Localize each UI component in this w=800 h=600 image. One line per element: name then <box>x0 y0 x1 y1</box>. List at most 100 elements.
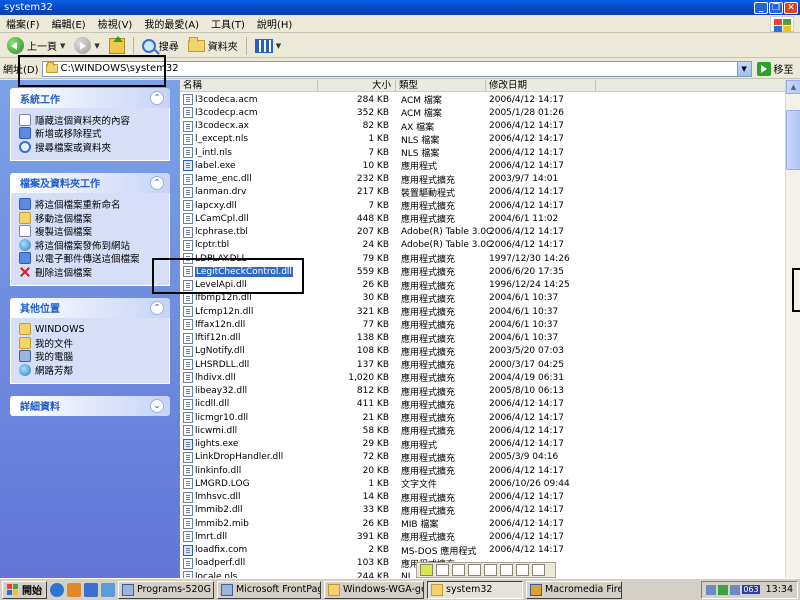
menu-view[interactable]: 檢視(V) <box>92 16 139 31</box>
tray-icon[interactable] <box>718 584 729 595</box>
file-row[interactable]: Lfcmp12n.dll 321 KB 應用程式擴充 2004/6/1 10:37 <box>180 305 785 318</box>
file-row[interactable]: LgNotify.dll 108 KB 應用程式擴充 2003/5/20 07:03 <box>180 345 785 358</box>
views-button[interactable]: ▼ <box>252 35 284 57</box>
file-row[interactable]: l3codecp.acm 352 KB ACM 檔案 2005/1/28 01:26 <box>180 106 785 119</box>
file-row[interactable]: lcphrase.tbl 207 KB Adobe(R) Table 3.0C 200… <box>180 226 785 239</box>
task-rename-file[interactable]: 將這個檔案重新命名 <box>19 198 163 211</box>
menu-file[interactable]: 檔案(F) <box>0 16 46 31</box>
toolbar-tool-icon[interactable] <box>468 564 481 576</box>
minimize-button[interactable]: _ <box>754 1 768 14</box>
tray-icon[interactable] <box>706 584 717 595</box>
collapse-icon[interactable]: ⌃ <box>150 300 164 315</box>
address-input[interactable]: C:\WINDOWS\system32 ▼ <box>41 60 752 77</box>
file-row[interactable]: LHSRDLL.dll 137 KB 應用程式擴充 2000/3/17 04:25 <box>180 358 785 371</box>
task-delete-file[interactable]: 刪除這個檔案 <box>19 265 163 279</box>
address-dropdown-button[interactable]: ▼ <box>736 61 751 76</box>
folders-button[interactable]: 資料夾 <box>185 35 241 57</box>
file-row[interactable]: libeay32.dll 812 KB 應用程式擴充 2005/8/10 06:13 <box>180 385 785 398</box>
search-button[interactable]: 搜尋 <box>139 35 182 57</box>
file-row[interactable]: label.exe 10 KB 應用程式 2006/4/12 14:17 <box>180 159 785 172</box>
file-row[interactable]: LMGRD.LOG 1 KB 文字文件 2006/10/26 09:44 <box>180 477 785 490</box>
collapse-icon[interactable]: ⌃ <box>150 91 164 105</box>
go-button[interactable]: 移至 <box>755 61 796 76</box>
menu-edit[interactable]: 編輯(E) <box>46 16 92 31</box>
collapse-icon[interactable]: ⌃ <box>150 175 164 190</box>
scroll-up-button[interactable]: ▲ <box>786 80 800 94</box>
file-row[interactable]: licwmi.dll 58 KB 應用程式擴充 2006/4/12 14:17 <box>180 424 785 437</box>
task-frontpage[interactable]: Microsoft FrontPage... <box>217 580 321 599</box>
close-button[interactable]: ✕ <box>784 1 798 14</box>
file-row[interactable]: l_except.nls 1 KB NLS 檔案 2006/4/12 14:17 <box>180 133 785 146</box>
restore-button[interactable]: ❐ <box>769 1 783 14</box>
file-row[interactable]: lmhsvc.dll 14 KB 應用程式擴充 2006/4/12 14:17 <box>180 491 785 504</box>
place-my-documents[interactable]: 我的文件 <box>19 336 163 350</box>
toolbar-tool-icon[interactable] <box>516 564 529 576</box>
file-row[interactable]: l3codecx.ax 82 KB AX 檔案 2006/4/12 14:17 <box>180 120 785 133</box>
chevron-down-icon[interactable]: ▼ <box>276 42 281 50</box>
system-tasks-header[interactable]: 系統工作 ⌃ <box>10 88 170 108</box>
file-row[interactable]: lmmib2.mib 26 KB MIB 檔案 2006/4/12 14:17 <box>180 517 785 530</box>
task-programs[interactable]: Programs-520G (P:) <box>118 580 214 599</box>
task-fireworks[interactable]: Macromedia Firewo... <box>526 580 622 599</box>
file-row[interactable]: lcptr.tbl 24 KB Adobe(R) Table 3.0C 2006/4/… <box>180 239 785 252</box>
toolbar-tool-icon[interactable] <box>484 564 497 576</box>
toolbar-tool-icon[interactable] <box>532 564 545 576</box>
menu-favorites[interactable]: 我的最愛(A) <box>138 16 205 31</box>
task-wga[interactable]: Windows-WGA-ge... <box>324 580 424 599</box>
file-row[interactable]: LinkDropHandler.dll 72 KB 應用程式擴充 2005/3/9 0… <box>180 451 785 464</box>
toolbar-tool-icon[interactable] <box>420 564 433 576</box>
column-type[interactable]: 類型 <box>396 80 486 91</box>
column-date[interactable]: 修改日期 <box>486 80 596 91</box>
toolbar-tool-icon[interactable] <box>500 564 513 576</box>
clock[interactable]: 13:34 <box>766 584 793 595</box>
task-copy-file[interactable]: 複製這個檔案 <box>19 225 163 238</box>
task-add-remove-programs[interactable]: 新增或移除程式 <box>19 127 163 140</box>
details-header[interactable]: 詳細資料 ⌄ <box>10 395 170 416</box>
scroll-thumb[interactable] <box>786 110 800 170</box>
task-search-files[interactable]: 搜尋檔案或資料夾 <box>19 140 163 154</box>
expand-icon[interactable]: ⌄ <box>150 398 164 413</box>
file-row[interactable]: licdll.dll 411 KB 應用程式擴充 2006/4/12 14:17 <box>180 398 785 411</box>
file-row[interactable]: LCamCpl.dll 448 KB 應用程式擴充 2004/6/1 11:02 <box>180 212 785 225</box>
tray-icon[interactable] <box>730 584 741 595</box>
media-icon[interactable] <box>67 582 81 597</box>
chevron-down-icon[interactable]: ▼ <box>60 42 65 50</box>
file-row[interactable]: l3codeca.acm 284 KB ACM 檔案 2006/4/12 14:17 <box>180 93 785 106</box>
file-row[interactable]: lmmib2.dll 33 KB 應用程式擴充 2006/4/12 14:17 <box>180 504 785 517</box>
task-hide-folder-contents[interactable]: 隱藏這個資料夾的內容 <box>19 113 163 127</box>
menu-tools[interactable]: 工具(T) <box>205 16 251 31</box>
file-row[interactable]: lfbmp12n.dll 30 KB 應用程式擴充 2004/6/1 10:37 <box>180 292 785 305</box>
toolbar-tool-icon[interactable] <box>452 564 465 576</box>
file-row[interactable]: lhdivx.dll 1,020 KB 應用程式擴充 2004/4/19 06:31 <box>180 371 785 384</box>
place-network[interactable]: 網路芳鄰 <box>19 363 163 377</box>
start-button[interactable]: 開始 <box>2 580 47 599</box>
file-row[interactable]: loadfix.com 2 KB MS-DOS 應用程式 2006/4/12 14:1… <box>180 544 785 557</box>
ie-icon[interactable] <box>50 582 64 597</box>
tray-badge[interactable]: 063 <box>742 585 760 594</box>
back-button[interactable]: 上一頁 ▼ <box>4 35 68 57</box>
other-places-header[interactable]: 其他位置 ⌃ <box>10 297 170 318</box>
column-size[interactable]: 大小 <box>318 80 396 91</box>
task-email-file[interactable]: 以電子郵件傳送這個檔案 <box>19 252 163 265</box>
task-move-file[interactable]: 移動這個檔案 <box>19 211 163 225</box>
place-my-computer[interactable]: 我的電腦 <box>19 350 163 363</box>
file-row[interactable]: lftif12n.dll 138 KB 應用程式擴充 2004/6/1 10:37 <box>180 332 785 345</box>
forward-button[interactable]: ▼ <box>71 35 102 57</box>
file-tasks-header[interactable]: 檔案及資料夾工作 ⌃ <box>10 172 170 193</box>
column-name[interactable]: 名稱 <box>180 80 318 91</box>
up-folder-button[interactable] <box>106 35 128 57</box>
outlook-icon[interactable] <box>84 582 98 597</box>
file-row[interactable]: lanman.drv 217 KB 裝置驅動程式 2006/4/12 14:17 <box>180 186 785 199</box>
desktop-icon[interactable] <box>101 582 115 597</box>
chevron-down-icon[interactable]: ▼ <box>94 42 99 50</box>
file-row[interactable]: LDPLAY.DLL 79 KB 應用程式擴充 1997/12/30 14:26 <box>180 252 785 265</box>
file-row[interactable]: l_intl.nls 7 KB NLS 檔案 2006/4/12 14:17 <box>180 146 785 159</box>
toolbar-tool-icon[interactable] <box>436 564 449 576</box>
place-windows[interactable]: WINDOWS <box>19 323 163 337</box>
file-row[interactable]: licmgr10.dll 21 KB 應用程式擴充 2006/4/12 14:17 <box>180 411 785 424</box>
file-row[interactable]: lame_enc.dll 232 KB 應用程式擴充 2003/9/7 14:01 <box>180 173 785 186</box>
file-row[interactable]: linkinfo.dll 20 KB 應用程式擴充 2006/4/12 14:17 <box>180 464 785 477</box>
file-row[interactable]: LevelApi.dll 26 KB 應用程式擴充 1996/12/24 14:25 <box>180 279 785 292</box>
file-row[interactable]: lmrt.dll 391 KB 應用程式擴充 2006/4/12 14:17 <box>180 530 785 543</box>
task-system32[interactable]: system32 <box>427 580 523 599</box>
